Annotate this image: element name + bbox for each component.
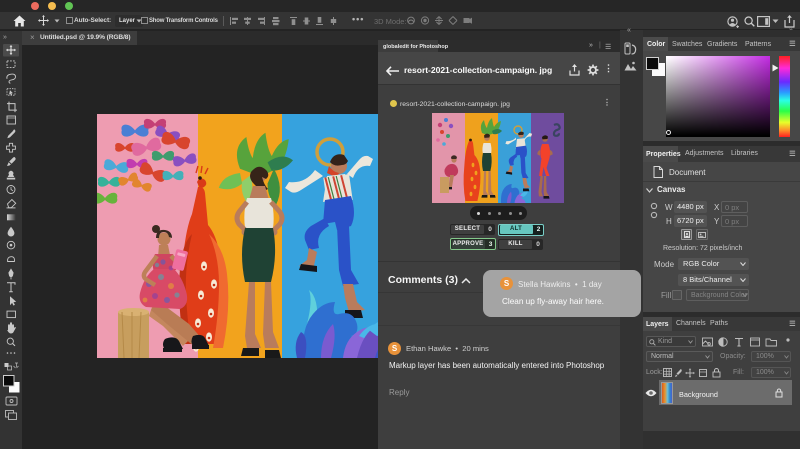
svg-text:»: »: [3, 34, 7, 41]
